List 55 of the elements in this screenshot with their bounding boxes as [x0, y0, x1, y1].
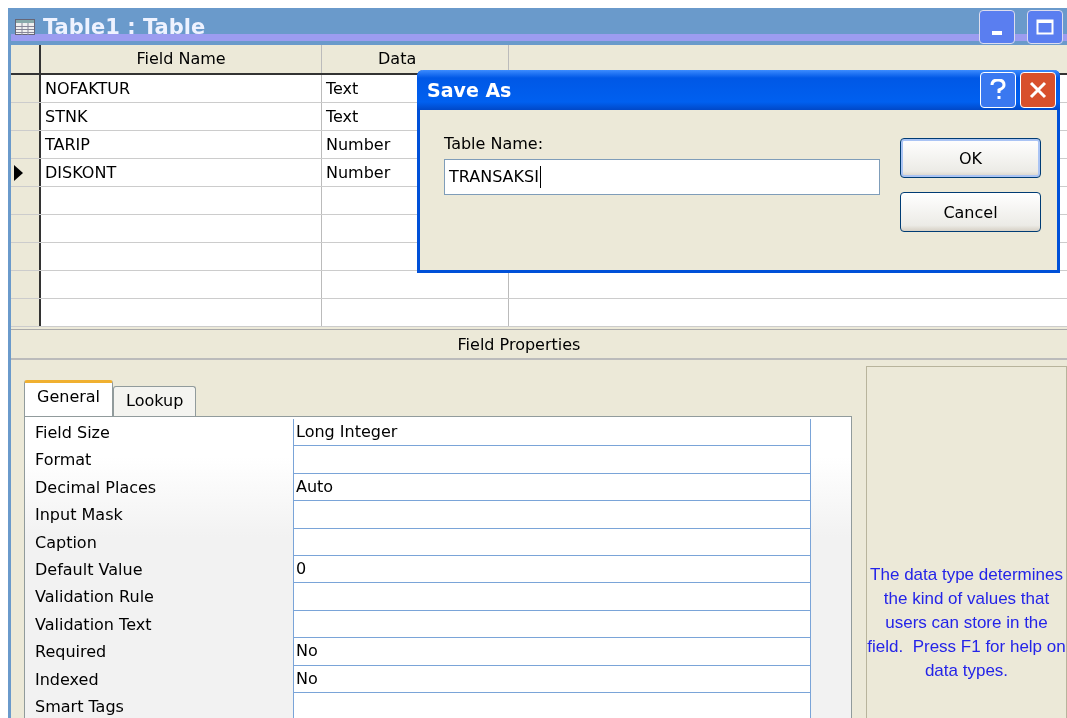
row-selector[interactable] [11, 159, 41, 186]
property-field[interactable] [293, 610, 811, 639]
property-label: Caption [35, 531, 98, 554]
section-title: Field Properties [457, 334, 581, 354]
tab[interactable]: Lookup [113, 386, 197, 416]
property-field[interactable] [293, 446, 811, 474]
property-label: Indexed [35, 668, 100, 691]
property-label: Validation Text [35, 613, 153, 636]
dialog-title: Save As [427, 79, 512, 101]
table-cell[interactable]: DISKONT [41, 159, 322, 186]
row-selector[interactable] [11, 187, 41, 214]
row-selector[interactable] [11, 103, 41, 130]
property-label: Input Mask [35, 504, 124, 527]
current-row-icon [13, 164, 23, 181]
property-field[interactable] [293, 583, 811, 611]
row-selector[interactable] [11, 243, 41, 270]
row-selector[interactable] [11, 271, 41, 298]
close-icon [1029, 81, 1047, 99]
property-field[interactable]: 0 [293, 555, 811, 584]
maximize-icon [1036, 18, 1054, 35]
property-label: Smart Tags [35, 695, 125, 718]
help-text: The data type determines the kind of values that users can store in the field. Press F1 for help on data types. [867, 564, 1066, 682]
close-button[interactable] [1020, 72, 1056, 108]
table-cell[interactable]: TARIP [41, 131, 322, 158]
table-cell[interactable]: STNK [41, 103, 322, 130]
property-field[interactable] [293, 501, 811, 529]
tab[interactable]: General [24, 380, 114, 416]
property-label: Format [35, 449, 93, 472]
property-field[interactable]: No [293, 638, 811, 666]
maximize-button[interactable] [1027, 9, 1063, 44]
window-title: Table1 : Table [43, 14, 206, 39]
help-button[interactable] [980, 72, 1016, 108]
row-selector[interactable] [11, 75, 41, 102]
table-name-field[interactable]: TRANSAKSI [444, 159, 880, 195]
property-field[interactable] [293, 692, 811, 718]
column-header[interactable]: Field Name [41, 45, 322, 73]
table-cell[interactable]: NOFAKTUR [41, 75, 322, 102]
property-field[interactable] [293, 528, 811, 556]
row-selector[interactable] [11, 299, 41, 326]
row-selector[interactable] [11, 215, 41, 242]
property-field[interactable]: No [293, 665, 811, 693]
property-label: Required [35, 641, 108, 664]
ok-button[interactable]: OK [900, 138, 1041, 178]
property-field[interactable]: Long Integer [293, 419, 811, 447]
property-label: Decimal Places [35, 476, 158, 499]
cancel-button[interactable]: Cancel [900, 192, 1041, 232]
property-label: Field Size [35, 422, 111, 444]
minimize-button[interactable] [979, 9, 1015, 44]
question-mark-icon [989, 79, 1007, 101]
table-icon [15, 18, 35, 35]
property-label: Validation Rule [35, 586, 155, 609]
property-field[interactable]: Auto [293, 473, 811, 502]
row-selector[interactable] [11, 131, 41, 158]
property-label: Default Value [35, 558, 144, 581]
minimize-icon [992, 30, 1002, 35]
